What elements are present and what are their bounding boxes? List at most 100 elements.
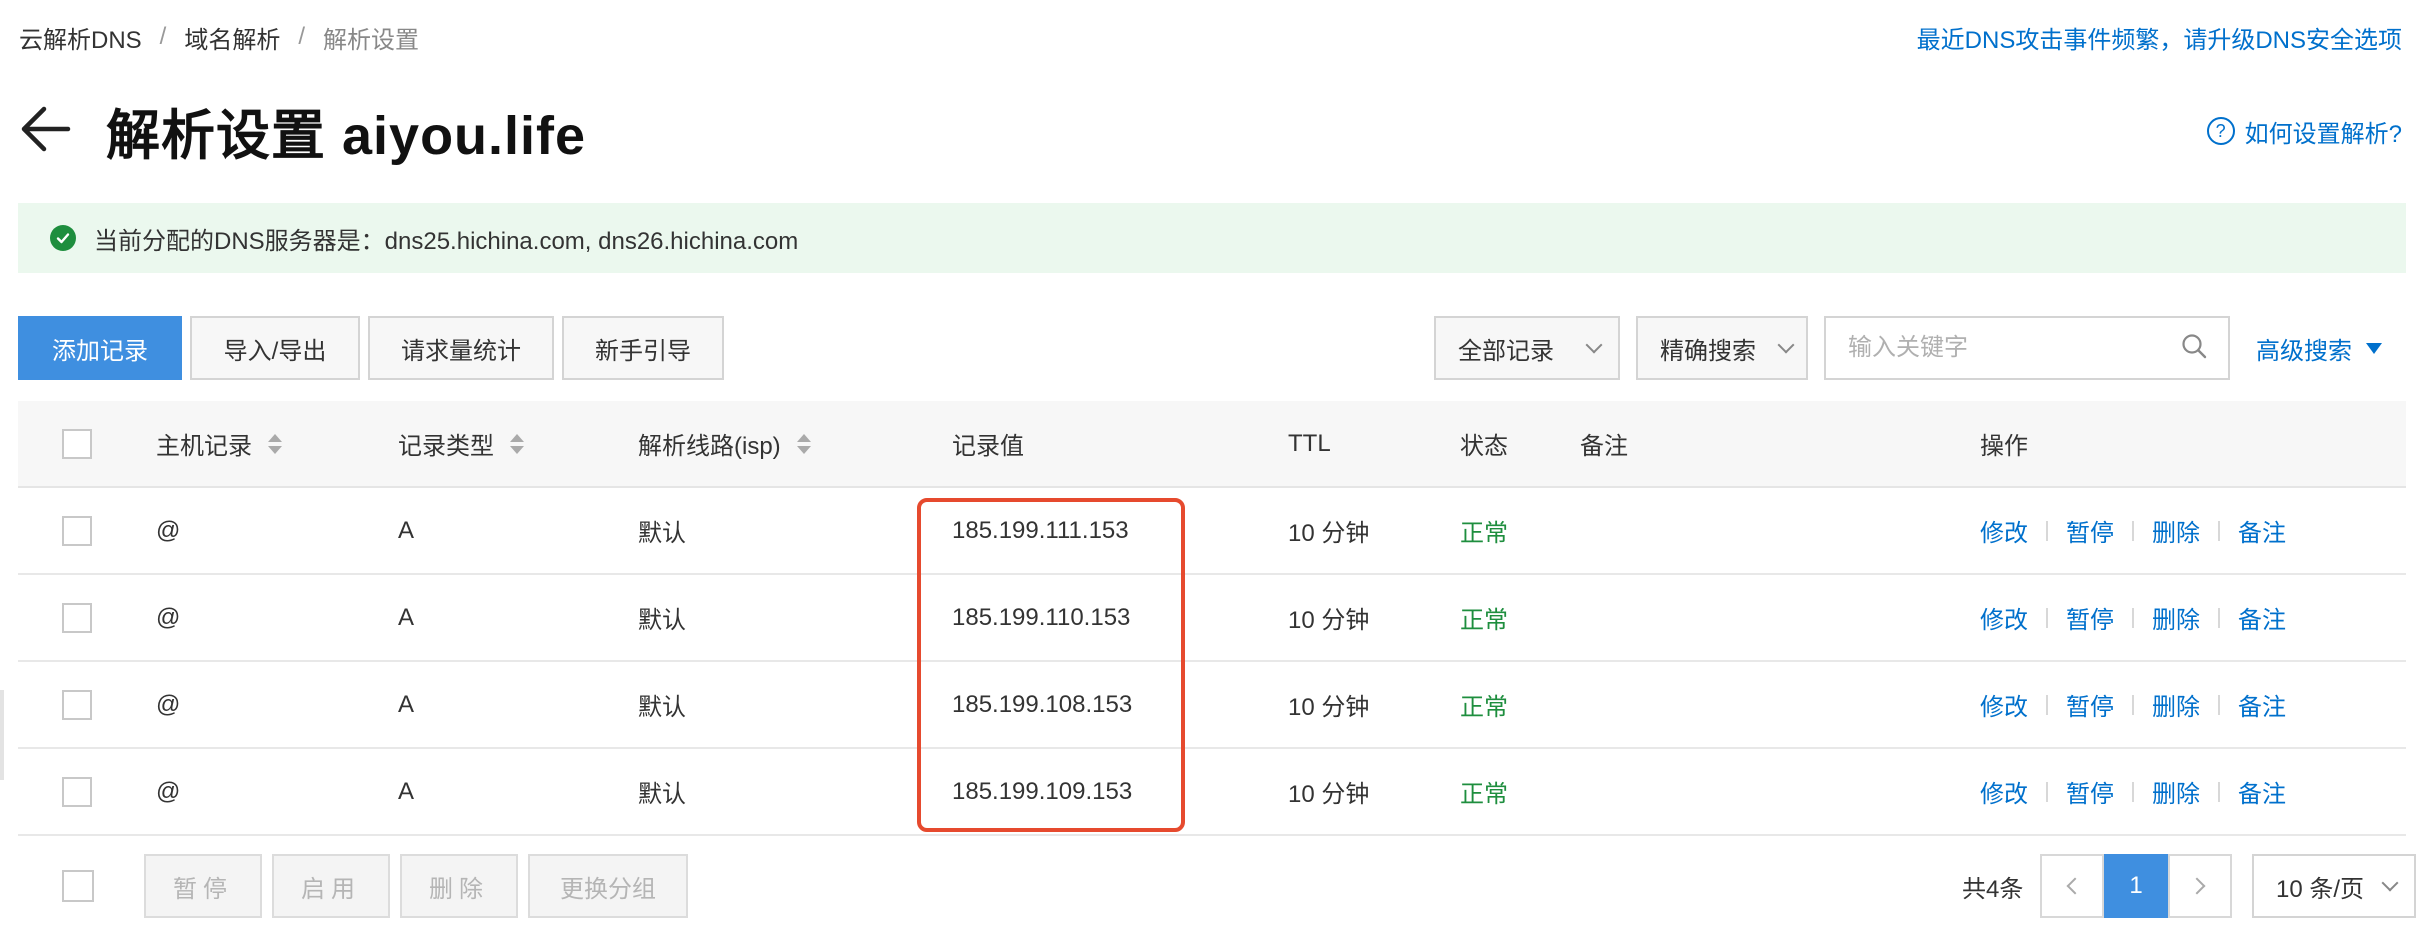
scroll-edge xyxy=(0,690,4,780)
table-header: 主机记录 记录类型 解析线路(isp) 记录值 TTL 状态 备注 操作 xyxy=(18,401,2406,488)
note-link[interactable]: 备注 xyxy=(2238,600,2286,635)
breadcrumb-item-current: 解析设置 xyxy=(323,26,420,54)
table-row: @ A 默认 185.199.109.153 10 分钟 正常 修改 暂停 删除… xyxy=(18,749,2406,836)
column-type-label: 记录类型 xyxy=(398,433,494,460)
batch-pause-button[interactable]: 暂停 xyxy=(144,854,262,918)
breadcrumb-item-domain-resolution[interactable]: 域名解析 xyxy=(184,20,280,55)
host-cell: @ xyxy=(156,603,181,631)
pause-link[interactable]: 暂停 xyxy=(2066,687,2114,722)
chevron-down-icon xyxy=(1777,336,1795,354)
search-mode-value: 精确搜索 xyxy=(1660,337,1756,365)
record-filter-select[interactable]: 全部记录 xyxy=(1434,316,1620,380)
dns-server-banner: 当前分配的DNS服务器是：dns25.hichina.com, dns26.hi… xyxy=(18,203,2406,273)
caret-down-icon xyxy=(2366,342,2382,354)
note-link[interactable]: 备注 xyxy=(2238,774,2286,809)
row-actions: 修改 暂停 删除 备注 xyxy=(1980,488,2286,573)
value-cell: 185.199.109.153 xyxy=(952,777,1133,805)
search-mode-select[interactable]: 精确搜索 xyxy=(1636,316,1808,380)
page-number[interactable]: 1 xyxy=(2104,854,2168,918)
row-actions: 修改 暂停 删除 备注 xyxy=(1980,662,2286,747)
line-cell: 默认 xyxy=(638,520,686,547)
record-filter-value: 全部记录 xyxy=(1458,337,1554,365)
advanced-search-toggle[interactable]: 高级搜索 xyxy=(2256,316,2382,380)
column-note: 备注 xyxy=(1580,433,1628,460)
beginner-guide-button[interactable]: 新手引导 xyxy=(562,316,724,380)
next-page-button[interactable] xyxy=(2168,854,2232,918)
search-box[interactable] xyxy=(1824,316,2230,380)
chevron-left-icon xyxy=(2066,877,2084,895)
note-link[interactable]: 备注 xyxy=(2238,687,2286,722)
breadcrumb-separator: / xyxy=(298,23,306,50)
chevron-right-icon xyxy=(2188,877,2206,895)
page-title: 解析设置 aiyou.life xyxy=(106,105,587,166)
delete-link[interactable]: 删除 xyxy=(2152,687,2200,722)
value-cell: 185.199.110.153 xyxy=(952,603,1131,631)
row-checkbox[interactable] xyxy=(62,515,92,546)
sort-icon[interactable] xyxy=(268,433,282,454)
status-cell: 正常 xyxy=(1460,520,1508,547)
help-link-label: 如何设置解析? xyxy=(2244,120,2402,148)
breadcrumb-separator: / xyxy=(159,23,167,50)
host-cell: @ xyxy=(156,690,181,718)
value-cell: 185.199.108.153 xyxy=(952,690,1133,718)
batch-enable-button[interactable]: 启用 xyxy=(272,854,390,918)
chevron-down-icon xyxy=(2381,874,2399,892)
sort-icon[interactable] xyxy=(796,433,811,454)
ttl-cell: 10 分钟 xyxy=(1288,694,1370,721)
table-row: @ A 默认 185.199.108.153 10 分钟 正常 修改 暂停 删除… xyxy=(18,662,2406,749)
edit-link[interactable]: 修改 xyxy=(1980,513,2028,548)
column-actions: 操作 xyxy=(1980,433,2028,460)
sort-icon[interactable] xyxy=(510,433,524,454)
breadcrumb-item-cloud-dns[interactable]: 云解析DNS xyxy=(19,20,142,55)
delete-link[interactable]: 删除 xyxy=(2152,513,2200,548)
row-actions: 修改 暂停 删除 备注 xyxy=(1980,575,2286,660)
edit-link[interactable]: 修改 xyxy=(1980,600,2028,635)
dns-security-upgrade-link[interactable]: 最近DNS攻击事件频繁，请升级DNS安全选项 xyxy=(1917,20,2402,54)
row-checkbox[interactable] xyxy=(62,776,92,807)
help-link[interactable]: ? 如何设置解析? xyxy=(2206,112,2402,150)
batch-delete-button[interactable]: 删除 xyxy=(400,854,518,918)
search-icon[interactable] xyxy=(2180,332,2208,365)
dns-server-text: 当前分配的DNS服务器是：dns25.hichina.com, dns26.hi… xyxy=(94,227,799,255)
add-record-button[interactable]: 添加记录 xyxy=(18,316,182,380)
column-type[interactable]: 记录类型 xyxy=(398,401,524,486)
row-checkbox[interactable] xyxy=(62,602,92,633)
edit-link[interactable]: 修改 xyxy=(1980,774,2028,809)
line-cell: 默认 xyxy=(638,607,686,634)
edit-link[interactable]: 修改 xyxy=(1980,687,2028,722)
ttl-cell: 10 分钟 xyxy=(1288,520,1370,547)
table-row: @ A 默认 185.199.111.153 10 分钟 正常 修改 暂停 删除… xyxy=(18,488,2406,575)
host-cell: @ xyxy=(156,777,181,805)
table-row: @ A 默认 185.199.110.153 10 分钟 正常 修改 暂停 删除… xyxy=(18,575,2406,662)
column-host[interactable]: 主机记录 xyxy=(156,401,282,486)
chevron-down-icon xyxy=(1585,336,1603,354)
row-checkbox[interactable] xyxy=(62,689,92,720)
ttl-cell: 10 分钟 xyxy=(1288,781,1370,808)
delete-link[interactable]: 删除 xyxy=(2152,774,2200,809)
breadcrumb: 云解析DNS / 域名解析 / 解析设置 xyxy=(19,20,419,54)
prev-page-button[interactable] xyxy=(2040,854,2104,918)
footer-select-all-checkbox[interactable] xyxy=(62,870,94,902)
column-line[interactable]: 解析线路(isp) xyxy=(638,401,811,486)
select-all-checkbox[interactable] xyxy=(62,428,92,459)
status-cell: 正常 xyxy=(1460,694,1508,721)
type-cell: A xyxy=(398,516,415,544)
page-size-value: 10 条/页 xyxy=(2276,875,2365,903)
note-link[interactable]: 备注 xyxy=(2238,513,2286,548)
pause-link[interactable]: 暂停 xyxy=(2066,600,2114,635)
advanced-search-label: 高级搜索 xyxy=(2256,337,2352,365)
status-cell: 正常 xyxy=(1460,781,1508,808)
pause-link[interactable]: 暂停 xyxy=(2066,774,2114,809)
import-export-button[interactable]: 导入/导出 xyxy=(190,316,360,380)
column-status: 状态 xyxy=(1460,433,1508,460)
delete-link[interactable]: 删除 xyxy=(2152,600,2200,635)
back-arrow-icon[interactable] xyxy=(18,101,74,157)
status-cell: 正常 xyxy=(1460,607,1508,634)
host-cell: @ xyxy=(156,516,181,544)
page-size-select[interactable]: 10 条/页 xyxy=(2252,854,2416,918)
request-stats-button[interactable]: 请求量统计 xyxy=(368,316,554,380)
column-value: 记录值 xyxy=(952,433,1024,460)
search-input[interactable] xyxy=(1848,334,2148,362)
change-group-button[interactable]: 更换分组 xyxy=(528,854,688,918)
pause-link[interactable]: 暂停 xyxy=(2066,513,2114,548)
